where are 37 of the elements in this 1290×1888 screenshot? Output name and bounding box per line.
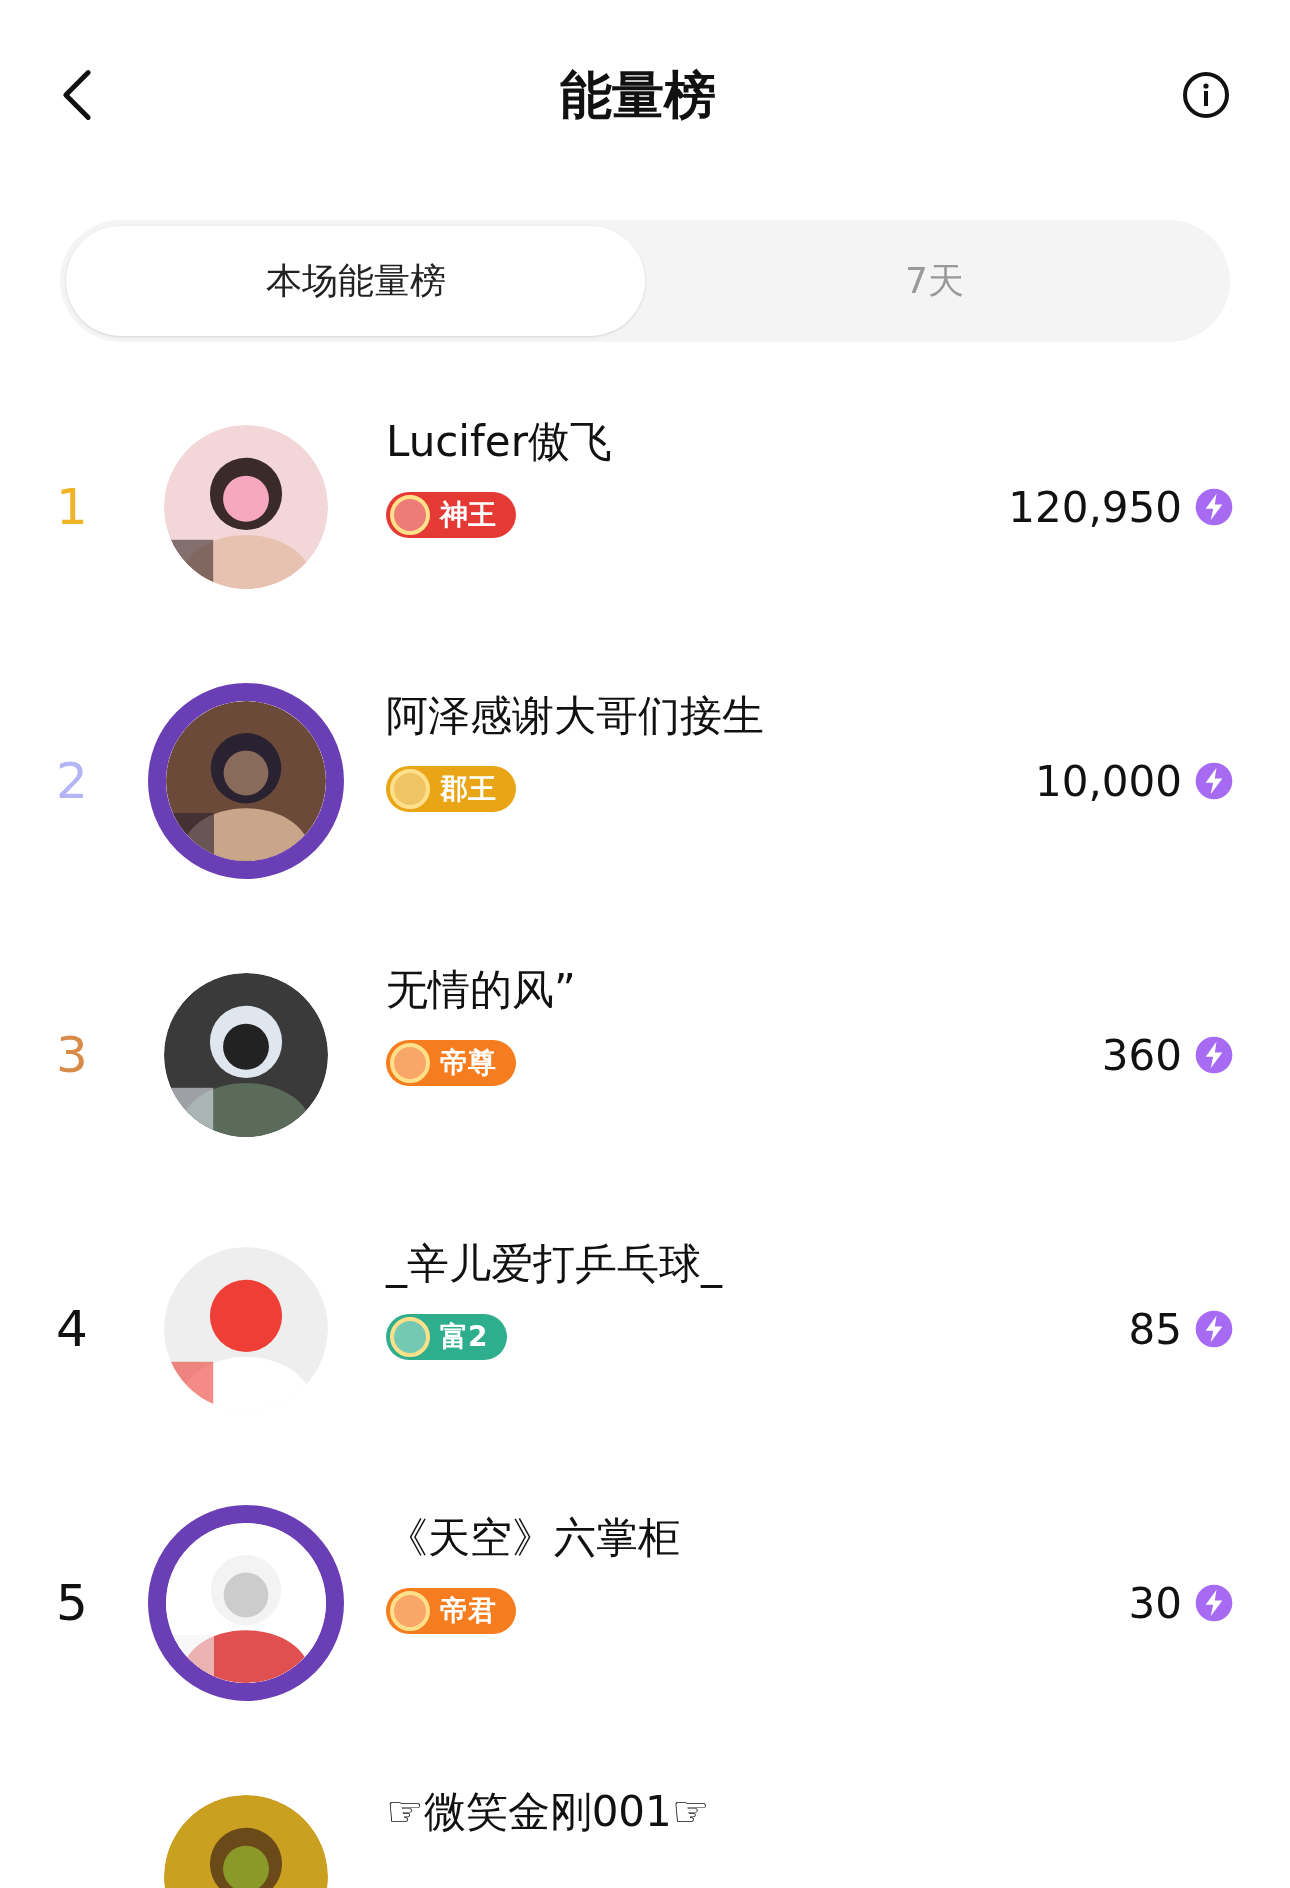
badge-emblem-icon	[390, 1317, 430, 1357]
rank-number: 1	[56, 476, 88, 538]
lightning-icon	[1194, 1583, 1234, 1623]
energy-score: 85	[1128, 1303, 1182, 1356]
lightning-icon	[1194, 1309, 1234, 1349]
user-name: 《天空》六掌柜	[386, 1514, 681, 1562]
badge-emblem-icon	[390, 1043, 430, 1083]
badge-label: 神王	[440, 497, 496, 533]
lightning-icon	[1194, 487, 1234, 527]
user-name: Lucifer傲飞	[386, 418, 613, 466]
badge-emblem-icon	[390, 1591, 430, 1631]
badge-emblem-icon	[390, 769, 430, 809]
user-name: _辛儿爱打乒乓球_	[386, 1240, 724, 1288]
rank-number: 2	[56, 750, 88, 812]
info-icon[interactable]	[1182, 71, 1230, 119]
back-icon[interactable]	[60, 67, 94, 123]
user-name: 阿泽感谢大哥们接生	[386, 692, 765, 740]
lightning-icon	[1194, 761, 1234, 801]
avatar-frame[interactable]	[148, 1505, 344, 1701]
badge-label: 帝君	[440, 1593, 496, 1629]
energy-score: 30	[1128, 1577, 1182, 1630]
avatar-frame[interactable]	[148, 683, 344, 879]
page-title: 能量榜	[560, 64, 716, 127]
rank-number: 5	[56, 1572, 88, 1634]
badge-label: 富2	[440, 1319, 488, 1355]
rank-number: 3	[56, 1024, 88, 1086]
energy-score: 10,000	[1035, 755, 1182, 808]
lightning-icon	[1194, 1035, 1234, 1075]
energy-score: 360	[1101, 1029, 1182, 1082]
badge-label: 帝尊	[440, 1045, 496, 1081]
user-name: 无情的风”	[386, 966, 577, 1014]
badge-emblem-icon	[390, 495, 430, 535]
energy-score: 120,950	[1008, 481, 1182, 534]
rank-number: 4	[56, 1298, 88, 1360]
tab[interactable]: 本场能量榜	[66, 226, 645, 336]
user-name: ☞微笑金刚001☞	[386, 1788, 711, 1836]
badge-label: 郡王	[440, 771, 496, 807]
